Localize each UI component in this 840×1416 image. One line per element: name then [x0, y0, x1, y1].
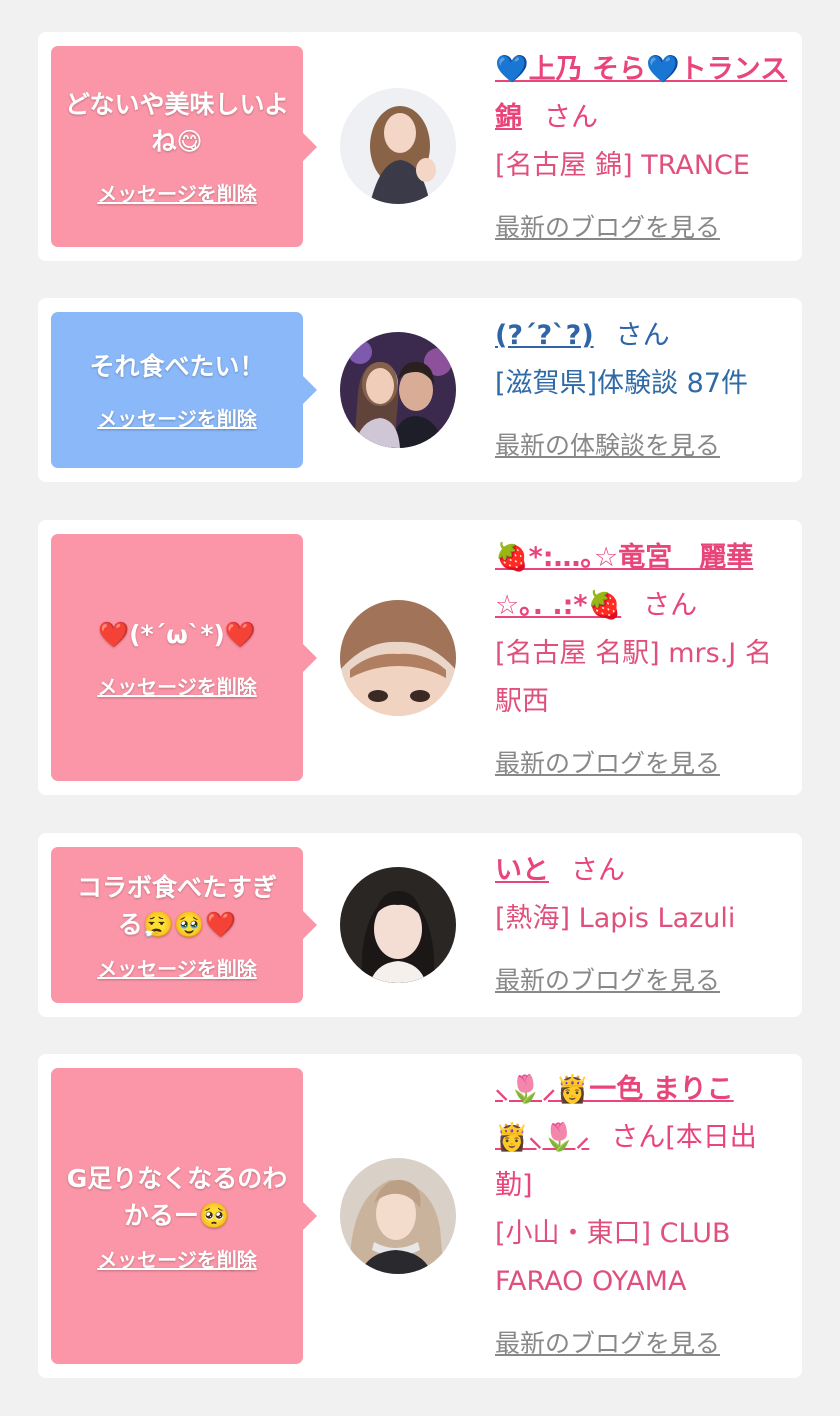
message-card: コラボ食べたすぎる😮‍💨🥹❤️ メッセージを削除 いと さん [熱海] Lapis… [38, 833, 802, 1017]
delete-message-link[interactable]: メッセージを削除 [97, 671, 257, 700]
honorific: さん [571, 855, 625, 886]
avatar[interactable] [340, 332, 456, 448]
latest-blog-link[interactable]: 最新のブログを見る [495, 204, 788, 252]
avatar[interactable] [340, 867, 456, 983]
profile-info: 🍓*:…｡☆竜宮 麗華☆｡. .:*🍓 さん [名古屋 名駅] mrs.J 名駅西… [495, 534, 788, 788]
delete-message-link[interactable]: メッセージを削除 [97, 1244, 257, 1273]
shop-label: [名古屋 錦] TRANCE [495, 150, 750, 181]
delete-message-link[interactable]: メッセージを削除 [97, 178, 257, 207]
latest-blog-link[interactable]: 最新のブログを見る [495, 957, 788, 1005]
delete-message-link[interactable]: メッセージを削除 [97, 403, 257, 432]
message-bubble: G足りなくなるのわかるー🥺 メッセージを削除 [51, 1068, 317, 1364]
shop-label: [熱海] Lapis Lazuli [495, 903, 736, 934]
message-text: コラボ食べたすぎる😮‍💨🥹❤️ [76, 872, 277, 939]
message-bubble: コラボ食べたすぎる😮‍💨🥹❤️ メッセージを削除 [51, 847, 317, 1003]
profile-info: 💙上乃 そら💙トランス 錦さん [名古屋 錦] TRANCE 最新のブログを見る [495, 46, 788, 252]
message-text: それ食べたい！ [89, 352, 265, 381]
message-bubble: どないや美味しいよね😋 メッセージを削除 [51, 46, 317, 247]
avatar[interactable] [340, 600, 456, 716]
delete-message-link[interactable]: メッセージを削除 [97, 953, 257, 982]
shop-label: [滋賀県]体験談 87件 [495, 368, 749, 399]
latest-blog-link[interactable]: 最新のブログを見る [495, 740, 788, 788]
shop-label: [小山・東口] CLUB FARAO OYAMA [495, 1218, 731, 1297]
honorific: さん [615, 320, 670, 351]
message-bubble: ❤️(*´ω`*)❤️ メッセージを削除 [51, 534, 317, 781]
honorific: さん [643, 590, 698, 621]
avatar[interactable] [340, 1158, 456, 1274]
message-card: G足りなくなるのわかるー🥺 メッセージを削除 ⸜🌷⸝👸一色 まりこ👸⸜🌷⸝ さん[… [38, 1054, 802, 1378]
profile-info: (?´?`?) さん [滋賀県]体験談 87件 最新の体験談を見る [495, 312, 788, 470]
profile-info: いと さん [熱海] Lapis Lazuli 最新のブログを見る [495, 847, 788, 1005]
message-card: それ食べたい！ メッセージを削除 (?´?`?) さん [滋賀県]体験談 87件 … [38, 298, 802, 482]
profile-name-link[interactable]: いと [495, 855, 549, 886]
message-text: どないや美味しいよね😋 [65, 90, 290, 156]
latest-blog-link[interactable]: 最新のブログを見る [495, 1320, 788, 1368]
message-card: どないや美味しいよね😋 メッセージを削除 💙上乃 そら💙トランス 錦さん [名古… [38, 32, 802, 261]
profile-info: ⸜🌷⸝👸一色 まりこ👸⸜🌷⸝ さん[本日出勤] [小山・東口] CLUB FARA… [495, 1066, 788, 1368]
latest-review-link[interactable]: 最新の体験談を見る [495, 422, 788, 470]
message-text: G足りなくなるのわかるー🥺 [66, 1163, 288, 1230]
message-bubble: それ食べたい！ メッセージを削除 [51, 312, 317, 468]
profile-name-link[interactable]: 💙上乃 そら💙トランス 錦 [495, 54, 787, 133]
honorific: さん [544, 102, 598, 133]
message-card: ❤️(*´ω`*)❤️ メッセージを削除 🍓*:…｡☆竜宮 麗華☆｡. .:*🍓… [38, 520, 802, 795]
profile-name-link[interactable]: 🍓*:…｡☆竜宮 麗華☆｡. .:*🍓 [495, 542, 753, 621]
shop-label: [名古屋 名駅] mrs.J 名駅西 [495, 638, 772, 717]
message-text: ❤️(*´ω`*)❤️ [98, 619, 256, 649]
profile-name-link[interactable]: (?´?`?) [495, 320, 594, 351]
avatar[interactable] [340, 88, 456, 204]
